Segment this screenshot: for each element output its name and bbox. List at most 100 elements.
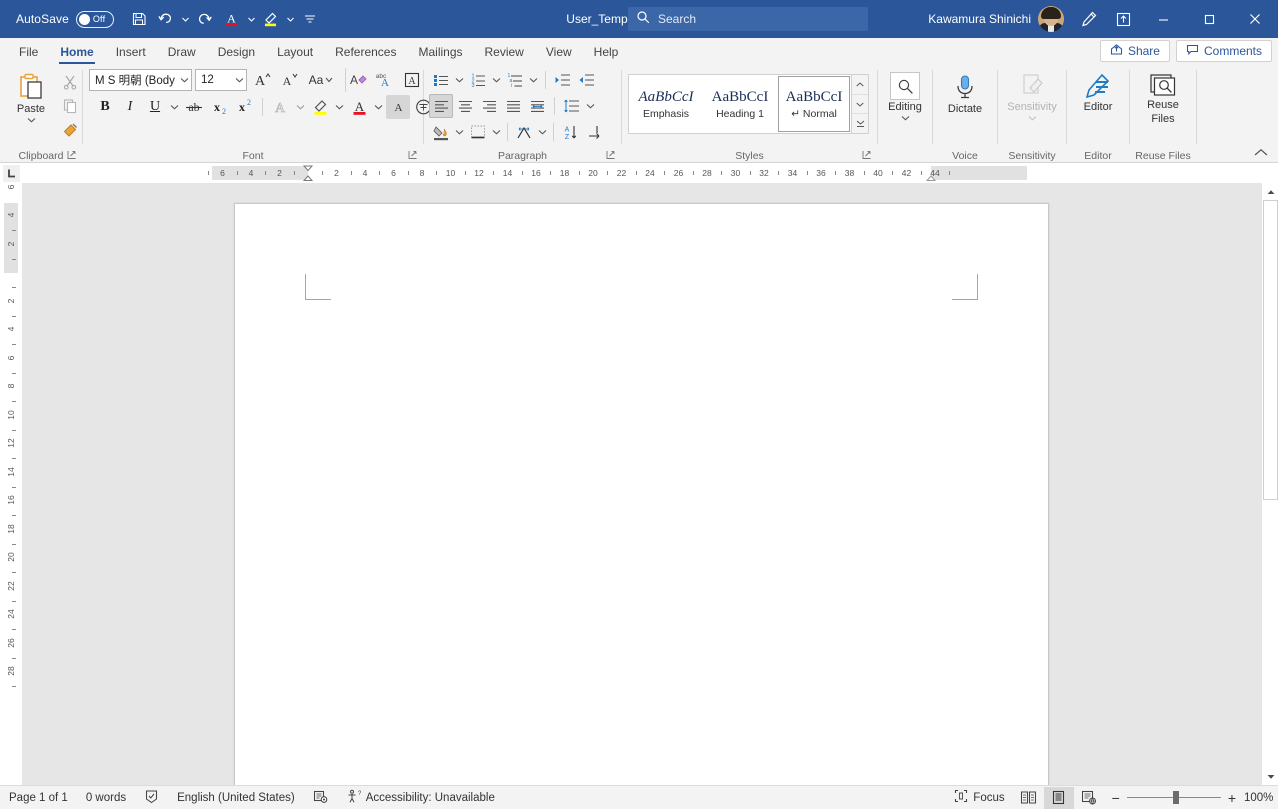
copy-button[interactable]: [58, 94, 82, 118]
maximize-button[interactable]: [1186, 0, 1232, 38]
subscript-button[interactable]: x2: [207, 95, 231, 119]
undo-button[interactable]: [153, 6, 179, 32]
tab-references[interactable]: References: [324, 38, 407, 65]
asian-layout-button[interactable]: [512, 120, 536, 144]
align-center-button[interactable]: [453, 94, 477, 118]
editor-button[interactable]: Editor: [1071, 68, 1125, 114]
style-item-normal[interactable]: AaBbCcI ↵ Normal: [778, 76, 850, 132]
borders-dropdown-icon[interactable]: [490, 120, 503, 144]
highlight-button[interactable]: [258, 6, 284, 32]
shading-button[interactable]: [429, 120, 453, 144]
multilevel-dropdown-icon[interactable]: [527, 68, 540, 92]
print-layout-button[interactable]: [1043, 786, 1074, 809]
right-indent-marker[interactable]: [925, 165, 937, 181]
grow-font-button[interactable]: A: [250, 68, 274, 92]
editing-button[interactable]: Editing: [878, 68, 932, 121]
read-mode-button[interactable]: [1014, 787, 1044, 809]
styles-scroll-up-button[interactable]: [852, 75, 868, 95]
paste-button[interactable]: Paste: [4, 68, 58, 123]
scrollbar-thumb[interactable]: [1263, 200, 1278, 500]
font-name-combo[interactable]: M S 明朝 (Body: [89, 69, 192, 91]
scroll-down-button[interactable]: [1262, 768, 1278, 785]
text-effects-dropdown-icon[interactable]: [294, 95, 307, 119]
ruler-right-margin-band[interactable]: [931, 166, 1027, 180]
underline-button[interactable]: U: [143, 95, 167, 119]
justify-button[interactable]: [501, 94, 525, 118]
show-paragraph-marks-button[interactable]: [582, 120, 606, 144]
tab-layout[interactable]: Layout: [266, 38, 324, 65]
tab-selector[interactable]: [0, 163, 22, 183]
clipboard-dialog-launcher[interactable]: [66, 150, 78, 162]
word-count[interactable]: 0 words: [77, 786, 135, 809]
italic-button[interactable]: I: [118, 95, 142, 119]
text-highlight-button[interactable]: [308, 95, 332, 119]
paragraph-dialog-launcher[interactable]: [605, 150, 617, 162]
character-shading-button[interactable]: A: [386, 95, 410, 119]
focus-button[interactable]: Focus: [945, 786, 1013, 809]
tab-help[interactable]: Help: [583, 38, 630, 65]
bold-button[interactable]: B: [93, 95, 117, 119]
zoom-track[interactable]: [1126, 791, 1221, 804]
font-color-dropdown-icon[interactable]: [246, 6, 257, 32]
undo-dropdown-icon[interactable]: [180, 6, 191, 32]
autosave-toggle[interactable]: AutoSave Off: [16, 10, 114, 28]
accessibility-status[interactable]: ? Accessibility: Unavailable: [337, 786, 504, 809]
numbering-button[interactable]: 123: [466, 68, 490, 92]
increase-indent-button[interactable]: [575, 68, 599, 92]
zoom-in-button[interactable]: +: [1228, 790, 1236, 806]
reuse-files-button[interactable]: Reuse Files: [1136, 68, 1190, 125]
tab-view[interactable]: View: [535, 38, 583, 65]
style-item-heading-1[interactable]: AaBbCcI Heading 1: [704, 76, 776, 132]
change-case-button[interactable]: Aa: [304, 68, 336, 92]
document-canvas[interactable]: [22, 183, 1261, 785]
minimize-button[interactable]: [1140, 0, 1186, 38]
tab-home[interactable]: Home: [49, 38, 104, 65]
customize-qat-button[interactable]: [297, 6, 323, 32]
document-text-area[interactable]: [331, 278, 952, 732]
page-info[interactable]: Page 1 of 1: [0, 786, 77, 809]
align-right-button[interactable]: [477, 94, 501, 118]
multilevel-list-button[interactable]: 1ai: [503, 68, 527, 92]
web-layout-button[interactable]: [1074, 787, 1104, 809]
font-size-combo[interactable]: 12: [195, 69, 247, 91]
zoom-level[interactable]: 100%: [1244, 792, 1278, 804]
tab-mailings[interactable]: Mailings: [407, 38, 473, 65]
first-line-indent-marker[interactable]: [302, 165, 314, 181]
ribbon-display-options-icon[interactable]: [1106, 0, 1140, 38]
font-color-dropdown-icon[interactable]: [372, 95, 385, 119]
strikethrough-button[interactable]: ab: [182, 95, 206, 119]
scrollbar-track[interactable]: [1262, 200, 1278, 768]
document-page[interactable]: [234, 203, 1049, 785]
tab-review[interactable]: Review: [474, 38, 535, 65]
horizontal-ruler[interactable]: 6 4 2 2 4 6 8 10 12 14 16 18 20 22 24 26 28 30 32 34 36 38 40 4…: [22, 163, 1261, 183]
save-button[interactable]: [126, 6, 152, 32]
styles-dialog-launcher[interactable]: [861, 150, 873, 162]
comments-button[interactable]: Comments: [1175, 40, 1272, 62]
zoom-slider[interactable]: − +: [1104, 790, 1244, 806]
styles-scroll-down-button[interactable]: [852, 94, 868, 115]
tab-insert[interactable]: Insert: [105, 38, 157, 65]
tab-design[interactable]: Design: [207, 38, 266, 65]
font-dialog-launcher[interactable]: [407, 150, 419, 162]
tab-file[interactable]: File: [8, 38, 49, 65]
dictate-button[interactable]: Dictate: [938, 68, 992, 116]
zoom-out-button[interactable]: −: [1112, 790, 1120, 806]
line-spacing-dropdown-icon[interactable]: [584, 94, 597, 118]
font-color-button[interactable]: A: [219, 6, 245, 32]
cut-button[interactable]: [58, 70, 82, 94]
phonetic-guide-button[interactable]: abc A: [372, 68, 396, 92]
asian-layout-dropdown-icon[interactable]: [536, 120, 549, 144]
line-spacing-button[interactable]: [560, 94, 584, 118]
sort-button[interactable]: AZ: [558, 120, 582, 144]
tab-draw[interactable]: Draw: [157, 38, 207, 65]
font-color-button[interactable]: A: [347, 95, 371, 119]
align-left-button[interactable]: [429, 94, 453, 118]
styles-more-button[interactable]: [852, 114, 868, 134]
highlight-dropdown-icon[interactable]: [285, 6, 296, 32]
superscript-button[interactable]: x2: [232, 95, 256, 119]
scroll-up-button[interactable]: [1262, 183, 1278, 200]
clear-formatting-button[interactable]: A: [345, 68, 369, 92]
collapse-ribbon-button[interactable]: [1254, 144, 1270, 160]
share-button[interactable]: Share: [1099, 40, 1170, 62]
autosave-switch[interactable]: Off: [75, 10, 114, 28]
